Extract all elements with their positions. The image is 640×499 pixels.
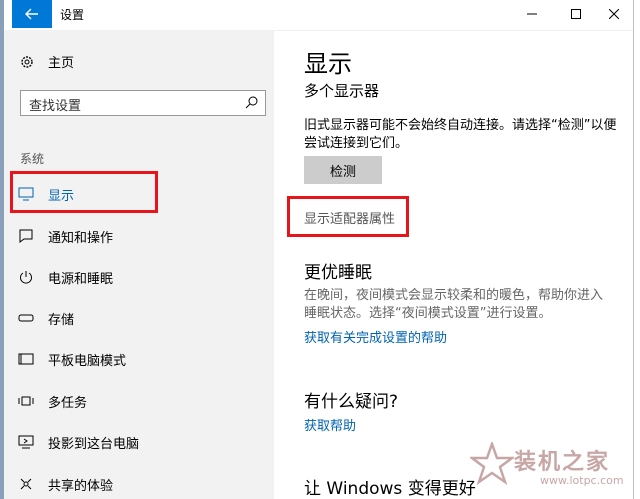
gear-icon	[21, 55, 33, 68]
sidebar-item-notifications[interactable]: 通知和操作	[18, 224, 113, 248]
storage-icon	[18, 314, 34, 322]
star-logo-icon	[470, 442, 514, 486]
multi-display-desc-line2: 尝试连接到它们。	[304, 136, 409, 151]
project-icon	[18, 435, 34, 449]
maximize-icon	[571, 9, 581, 19]
sidebar-item-shared-experiences[interactable]: 共享的体验	[18, 472, 113, 496]
watermark-text: 装机之家	[514, 450, 611, 475]
page-title: 显示	[304, 50, 352, 78]
sidebar-item-label: 电源和睡眠	[48, 271, 114, 287]
home-label: 主页	[48, 56, 75, 71]
watermark-url: www.lotpc.com	[540, 474, 624, 487]
sidebar-item-tablet[interactable]: 平板电脑模式	[18, 347, 126, 371]
sidebar-item-projecting[interactable]: 投影到这台电脑	[18, 430, 139, 454]
sidebar-item-home[interactable]: 主页	[20, 52, 74, 71]
window-title: 设置	[60, 8, 85, 22]
tablet-icon	[18, 353, 34, 365]
sidebar-item-multitasking[interactable]: 多任务	[18, 389, 87, 413]
minimize-button[interactable]	[510, 0, 554, 28]
sidebar-item-label: 投影到这台电脑	[48, 436, 140, 452]
close-button[interactable]	[592, 0, 636, 28]
arrow-left-icon	[25, 8, 38, 20]
back-button[interactable]	[12, 0, 52, 28]
improve-windows-heading: 让 Windows 变得更好	[304, 479, 476, 499]
main-content: 显示 多个显示器 旧式显示器可能不会始终自动连接。请选择“检测”以便 尝试连接到…	[274, 30, 634, 499]
close-icon	[609, 9, 619, 19]
share-icon	[20, 478, 32, 490]
search-input[interactable]: 查找设置	[20, 90, 266, 116]
sidebar-item-label: 共享的体验	[48, 478, 114, 494]
sidebar-item-label: 平板电脑模式	[48, 353, 127, 369]
multitask-icon	[18, 396, 34, 406]
sidebar-item-label: 多任务	[48, 395, 88, 411]
minimize-icon	[527, 13, 537, 15]
multi-display-heading: 多个显示器	[304, 82, 380, 100]
notification-icon	[19, 229, 33, 243]
get-help-link[interactable]: 获取帮助	[304, 415, 356, 434]
multi-display-desc-line1: 旧式显示器可能不会始终自动连接。请选择“检测”以便	[304, 118, 617, 133]
title-bar: 设置	[4, 0, 634, 31]
sidebar-item-storage[interactable]: 存储	[18, 306, 74, 330]
sidebar: 主页 查找设置 系统 显示 通知和操作 电源和睡眠 存储 平板电脑模式 多任务 …	[4, 30, 274, 499]
search-icon	[245, 96, 258, 109]
sleep-help-link[interactable]: 获取有关完成设置的帮助	[304, 327, 447, 346]
sidebar-item-label: 通知和操作	[48, 230, 114, 246]
sidebar-item-power[interactable]: 电源和睡眠	[18, 265, 113, 289]
sleep-desc-line1: 在晚间，夜间模式会显示较柔和的暖色，帮助你进入	[304, 288, 604, 303]
sidebar-item-label: 存储	[48, 312, 75, 328]
search-placeholder: 查找设置	[29, 99, 82, 114]
detect-button[interactable]: 检测	[304, 156, 382, 184]
display-adapter-properties-link[interactable]: 显示适配器属性	[304, 208, 395, 227]
watermark: 装机之家 www.lotpc.com	[468, 436, 636, 496]
window-frame-right	[633, 0, 640, 499]
power-icon	[20, 271, 32, 284]
sleep-desc-line2: 睡眠状态。选择“夜间模式设置”进行设置。	[304, 306, 552, 321]
sleep-heading: 更优睡眠	[304, 263, 372, 283]
highlight-box-display	[10, 171, 158, 213]
question-heading: 有什么疑问?	[304, 392, 399, 412]
section-label-system: 系统	[20, 152, 45, 166]
